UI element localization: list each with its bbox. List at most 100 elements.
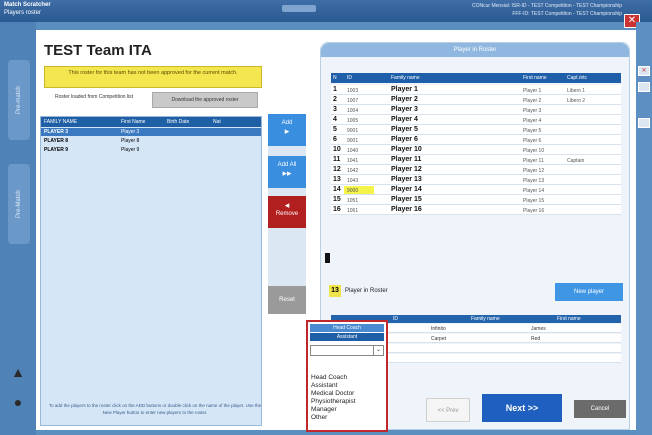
column-first-name: First name bbox=[523, 75, 547, 81]
table-row[interactable]: PLAYER 9 Player 9 bbox=[41, 146, 261, 154]
download-approved-roster-button[interactable]: Download the approved roster bbox=[152, 92, 258, 108]
table-row[interactable]: 10 1040 Player 10 Player 10 bbox=[331, 145, 621, 155]
row-id: 1051 bbox=[347, 198, 359, 204]
row-id: 1007 bbox=[347, 98, 359, 104]
roster-table-header: N ID Family name First name Capt./etc bbox=[331, 73, 621, 83]
roster-header: Player in Roster bbox=[321, 43, 629, 57]
row-family-name: Player 6 bbox=[391, 136, 418, 143]
player-count-label: Player in Roster bbox=[345, 288, 388, 294]
row-family: PLAYER 9 bbox=[44, 147, 68, 153]
arrow-right-icon: ▸ bbox=[284, 126, 290, 136]
table-row[interactable]: 5 9001 Player 5 Player 5 bbox=[331, 125, 621, 135]
car-icon[interactable]: ▲ bbox=[8, 362, 28, 382]
row-number: 10 bbox=[333, 146, 341, 153]
row-first-name: Player 14 bbox=[523, 188, 545, 194]
row-captain: Libero 2 bbox=[567, 98, 586, 104]
remove-button[interactable]: ◂ Remove bbox=[268, 196, 306, 228]
role-option[interactable]: Medical Doctor bbox=[311, 390, 385, 398]
team-title: TEST Team ITA bbox=[44, 42, 152, 59]
row-first-name: Player 3 bbox=[523, 108, 542, 114]
row-number: 1 bbox=[333, 86, 337, 93]
row-id: 1043 bbox=[347, 178, 359, 184]
row-number: 11 bbox=[333, 156, 341, 163]
row-first-name: Player 10 bbox=[523, 148, 545, 154]
table-row[interactable]: 16 1061 Player 16 Player 16 bbox=[331, 205, 621, 215]
role-option[interactable]: Physiotherapist bbox=[311, 398, 385, 406]
role-option-assistant[interactable]: Assistant bbox=[310, 333, 384, 341]
row-family-name: Player 11 bbox=[391, 156, 422, 163]
row-id: 1041 bbox=[347, 158, 359, 164]
competition-line-2: FFF-ID: TEST Competition - TEST Champion… bbox=[512, 11, 622, 17]
roster-table[interactable]: N ID Family name First name Capt./etc 11… bbox=[331, 73, 621, 293]
column-family-name: FAMILY NAME bbox=[44, 119, 78, 125]
right-panel-button-2[interactable] bbox=[638, 118, 650, 128]
chevron-down-icon[interactable]: ⌄ bbox=[373, 346, 383, 355]
row-number: 2 bbox=[333, 96, 337, 103]
table-row[interactable]: 14 9000 Player 14 Player 14 bbox=[331, 185, 621, 195]
column-nat: Nat bbox=[213, 119, 221, 125]
next-button[interactable]: Next >> bbox=[482, 394, 562, 422]
official-family: Infinito bbox=[431, 326, 446, 332]
role-option[interactable]: Manager bbox=[311, 406, 385, 414]
table-row[interactable]: PLAYER 8 Player 8 bbox=[41, 137, 261, 145]
window-subtitle: Players roster bbox=[4, 10, 42, 16]
reset-button[interactable]: Reset bbox=[268, 286, 306, 314]
table-row[interactable]: 1 1003 Player 1 Player 1 Libero 1 bbox=[331, 85, 621, 95]
column-family-name: Family name bbox=[471, 316, 500, 322]
role-option[interactable]: Assistant bbox=[311, 382, 385, 390]
row-id: 1003 bbox=[347, 88, 359, 94]
role-options-list[interactable]: Head Coach Assistant Medical Doctor Phys… bbox=[311, 374, 385, 422]
row-number: 12 bbox=[333, 166, 341, 173]
role-option[interactable]: Head Coach bbox=[311, 374, 385, 382]
cancel-button[interactable]: Cancel bbox=[574, 400, 626, 418]
add-all-button[interactable]: Add All ▸▸ bbox=[268, 156, 306, 188]
row-family: PLAYER 8 bbox=[44, 138, 68, 144]
table-row[interactable]: 12 1042 Player 12 Player 12 bbox=[331, 165, 621, 175]
row-number: 3 bbox=[333, 106, 337, 113]
row-id: 1004 bbox=[347, 108, 359, 114]
tab-pre-match-2[interactable]: Pre-Match bbox=[8, 164, 30, 244]
row-captain: Captain bbox=[567, 158, 585, 164]
table-row[interactable]: 3 1004 Player 3 Player 3 bbox=[331, 105, 621, 115]
add-button[interactable]: Add ▸ bbox=[268, 114, 306, 146]
role-select[interactable]: ⌄ bbox=[310, 345, 384, 356]
team-player-list[interactable]: FAMILY NAME First Name Birth Date Nat PL… bbox=[40, 116, 262, 426]
player-count-badge: 13 bbox=[329, 285, 341, 297]
row-family-name: Player 16 bbox=[391, 206, 422, 213]
roster-loaded-label: Roster loaded from Competition list bbox=[54, 94, 134, 100]
table-row[interactable]: 4 1005 Player 4 Player 4 bbox=[331, 115, 621, 125]
window-titlebar: Match Scratcher Players roster CONcur Me… bbox=[0, 0, 652, 22]
right-sidebar: ✕ bbox=[636, 22, 652, 435]
column-family-name: Family name bbox=[391, 75, 420, 81]
table-row[interactable]: 6 9001 Player 6 Player 6 bbox=[331, 135, 621, 145]
double-arrow-right-icon: ▸▸ bbox=[282, 168, 292, 178]
table-row[interactable]: PLAYER 3 Player 3 bbox=[41, 128, 261, 136]
table-row[interactable]: 15 1051 Player 15 Player 15 bbox=[331, 195, 621, 205]
row-number: 13 bbox=[333, 176, 341, 183]
prev-button[interactable]: << Prev bbox=[426, 398, 470, 422]
roster-dialog: TEST Team ITA This roster for this team … bbox=[36, 30, 636, 432]
row-family-name: Player 5 bbox=[391, 126, 418, 133]
row-family-name: Player 1 bbox=[391, 86, 418, 93]
table-row[interactable]: 2 1007 Player 2 Player 2 Libero 2 bbox=[331, 95, 621, 105]
column-captain: Capt./etc bbox=[567, 75, 588, 81]
tab-pre-match[interactable]: Pre-match bbox=[8, 60, 30, 140]
column-id: ID bbox=[347, 75, 352, 81]
row-captain: Libero 1 bbox=[567, 88, 586, 94]
role-option[interactable]: Other bbox=[311, 414, 385, 422]
instructions-note: To add the players to the roster click o… bbox=[48, 403, 262, 415]
new-player-button[interactable]: New player bbox=[555, 283, 623, 301]
table-row[interactable]: 11 1041 Player 11 Player 11 Captain bbox=[331, 155, 621, 165]
person-icon[interactable]: ● bbox=[8, 392, 28, 412]
right-close-icon[interactable]: ✕ bbox=[638, 66, 650, 76]
row-first-name: Player 15 bbox=[523, 198, 545, 204]
row-family-name: Player 15 bbox=[391, 196, 422, 203]
right-panel-button[interactable] bbox=[638, 82, 650, 92]
role-dropdown[interactable]: Head Coach Assistant ⌄ Head Coach Assist… bbox=[306, 320, 388, 432]
row-id: 1005 bbox=[347, 118, 359, 124]
row-id: 9000 bbox=[347, 188, 359, 194]
role-option-head-coach[interactable]: Head Coach bbox=[310, 324, 384, 332]
row-id: 1042 bbox=[347, 168, 359, 174]
table-row[interactable]: 13 1043 Player 13 Player 13 bbox=[331, 175, 621, 185]
row-number: 14 bbox=[333, 186, 341, 193]
